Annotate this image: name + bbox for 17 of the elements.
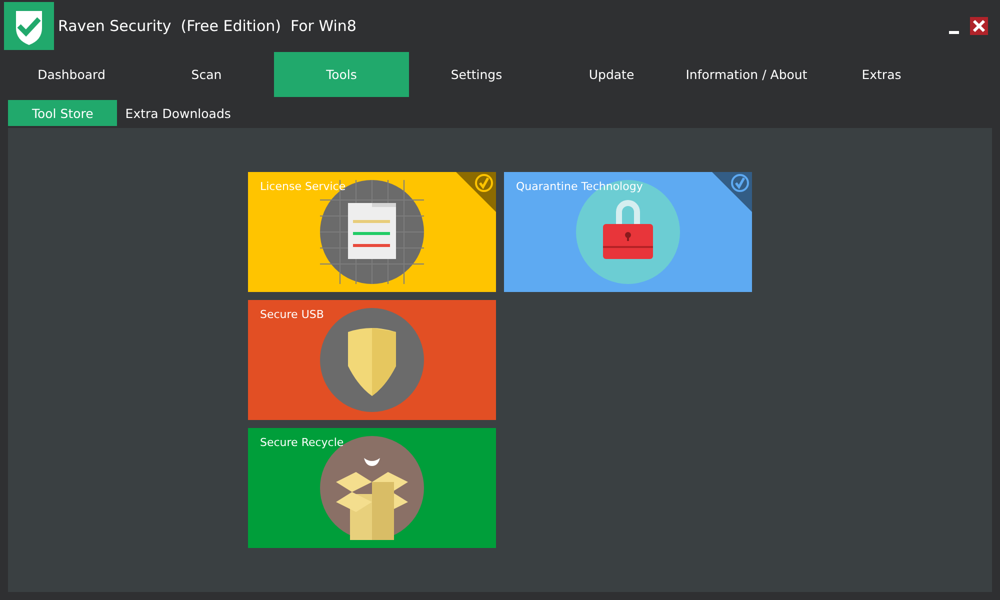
nav-tab[interactable]: Extras — [814, 52, 949, 97]
close-button[interactable] — [970, 17, 988, 35]
tile-label: Secure USB — [260, 308, 324, 321]
tile-label: Secure Recycle — [260, 436, 344, 449]
nav-tab[interactable]: Dashboard — [4, 52, 139, 97]
tool-tile[interactable]: Secure Recycle — [248, 428, 496, 548]
nav-tab[interactable]: Scan — [139, 52, 274, 97]
sub-tab[interactable]: Extra Downloads — [117, 100, 239, 126]
tile-label: License Service — [260, 180, 346, 193]
nav-tab[interactable]: Update — [544, 52, 679, 97]
tile-label: Quarantine Technology — [516, 180, 643, 193]
tool-tile[interactable]: Secure USB — [248, 300, 496, 420]
padlock-icon — [576, 180, 680, 284]
window-title: Raven Security (Free Edition) For Win8 — [58, 17, 356, 35]
nav-tab[interactable]: Information / About — [679, 52, 814, 97]
nav-tab[interactable]: Settings — [409, 52, 544, 97]
shield-check-logo — [4, 2, 54, 50]
